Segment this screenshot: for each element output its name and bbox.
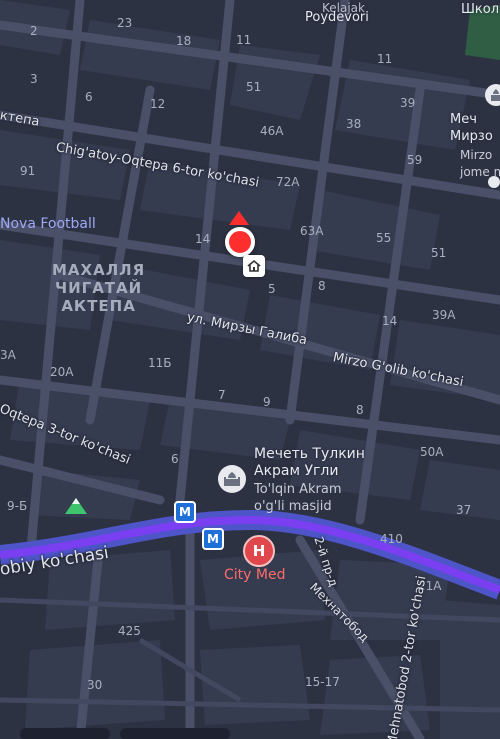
house-number: 11 (377, 52, 393, 66)
poi-label-school[interactable]: Школ (461, 1, 499, 18)
house-number: 8 (356, 403, 364, 417)
house-number: 9-Б (7, 499, 28, 513)
mosque-icon[interactable] (485, 84, 500, 106)
house-number: 30 (87, 678, 103, 692)
poi-line: Мечеть Тулкин (254, 446, 365, 462)
house-number: 7 (218, 388, 226, 402)
metro-stop-icon[interactable]: M (202, 528, 224, 550)
house-number: 37 (456, 503, 472, 517)
bottom-pill (120, 728, 230, 739)
hospital-icon[interactable]: H (243, 535, 275, 567)
house-number: 63A (300, 224, 324, 238)
house-number: 15-17 (305, 675, 340, 689)
house-number: 11 (236, 33, 252, 47)
house-number: 425 (118, 624, 141, 638)
district-label: МАХАЛЛЯ ЧИГАТАЙ АКТЕПА (52, 261, 145, 315)
house-number: 11Б (148, 356, 172, 370)
house-number: 12 (150, 97, 166, 111)
direction-arrow-icon (229, 211, 249, 225)
house-number: 3 (30, 72, 38, 86)
house-number: 20A (50, 365, 74, 379)
house-number: 6 (85, 90, 93, 104)
house-number: 72A (276, 175, 300, 189)
house-number: 2 (30, 24, 38, 38)
metro-stop-icon[interactable]: M (174, 501, 196, 523)
bottom-pill (20, 728, 110, 739)
house-number: 59 (407, 153, 423, 167)
mosque-icon[interactable] (218, 465, 246, 493)
house-number: 51 (246, 80, 262, 94)
house-number: 14 (195, 232, 211, 246)
poi-line: To'lqin Akram (254, 482, 342, 497)
house-number: 91 (20, 164, 36, 178)
district-line: МАХАЛЛЯ (52, 261, 146, 279)
poi-label-mosque-ru[interactable]: Мечеть Тулкин Акрам Угли (254, 446, 365, 480)
house-number: 410 (380, 532, 403, 546)
poi-label-mosque-uz[interactable]: To'lqin Akram o'g'li masjid (254, 481, 342, 515)
house-number: 23 (117, 16, 133, 30)
house-number: 55 (376, 231, 392, 245)
poi-label-city-med[interactable]: City Med (224, 567, 285, 583)
house-number: 18 (176, 34, 192, 48)
poi-dot[interactable] (488, 176, 500, 188)
map-view[interactable]: 23 18 11 2 11 3 51 6 12 39 46A 38 91 72A… (0, 0, 500, 739)
house-number: 50A (420, 445, 444, 459)
house-number: 38 (346, 117, 362, 131)
poi-label-right-2[interactable]: Мирзо (450, 128, 493, 145)
poi-label-poydevori[interactable]: Poydevori (305, 9, 369, 26)
house-number: 5 (268, 282, 276, 296)
house-number: 6 (171, 452, 179, 466)
house-number: 8 (318, 279, 326, 293)
poi-line: o'g'li masjid (254, 499, 332, 514)
house-number: 51 (431, 246, 447, 260)
district-line: ЧИГАТАЙ (54, 279, 143, 297)
house-number: 39 (400, 96, 416, 110)
poi-line: Акрам Угли (254, 463, 339, 479)
home-icon[interactable] (243, 255, 265, 277)
current-location-marker[interactable] (225, 227, 255, 257)
poi-label-nova-football[interactable]: Nova Football (0, 216, 96, 232)
house-number: 46A (260, 124, 284, 138)
house-number: 39A (432, 308, 456, 322)
mountain-icon[interactable] (65, 498, 87, 514)
house-number: 3A (0, 348, 16, 362)
district-line: АКТЕПА (61, 297, 136, 315)
house-number: 9 (263, 395, 271, 409)
poi-label-right-3[interactable]: Mirzo (460, 147, 492, 164)
poi-label-right-1[interactable]: Меч (450, 111, 477, 128)
house-number: 14 (382, 314, 398, 328)
